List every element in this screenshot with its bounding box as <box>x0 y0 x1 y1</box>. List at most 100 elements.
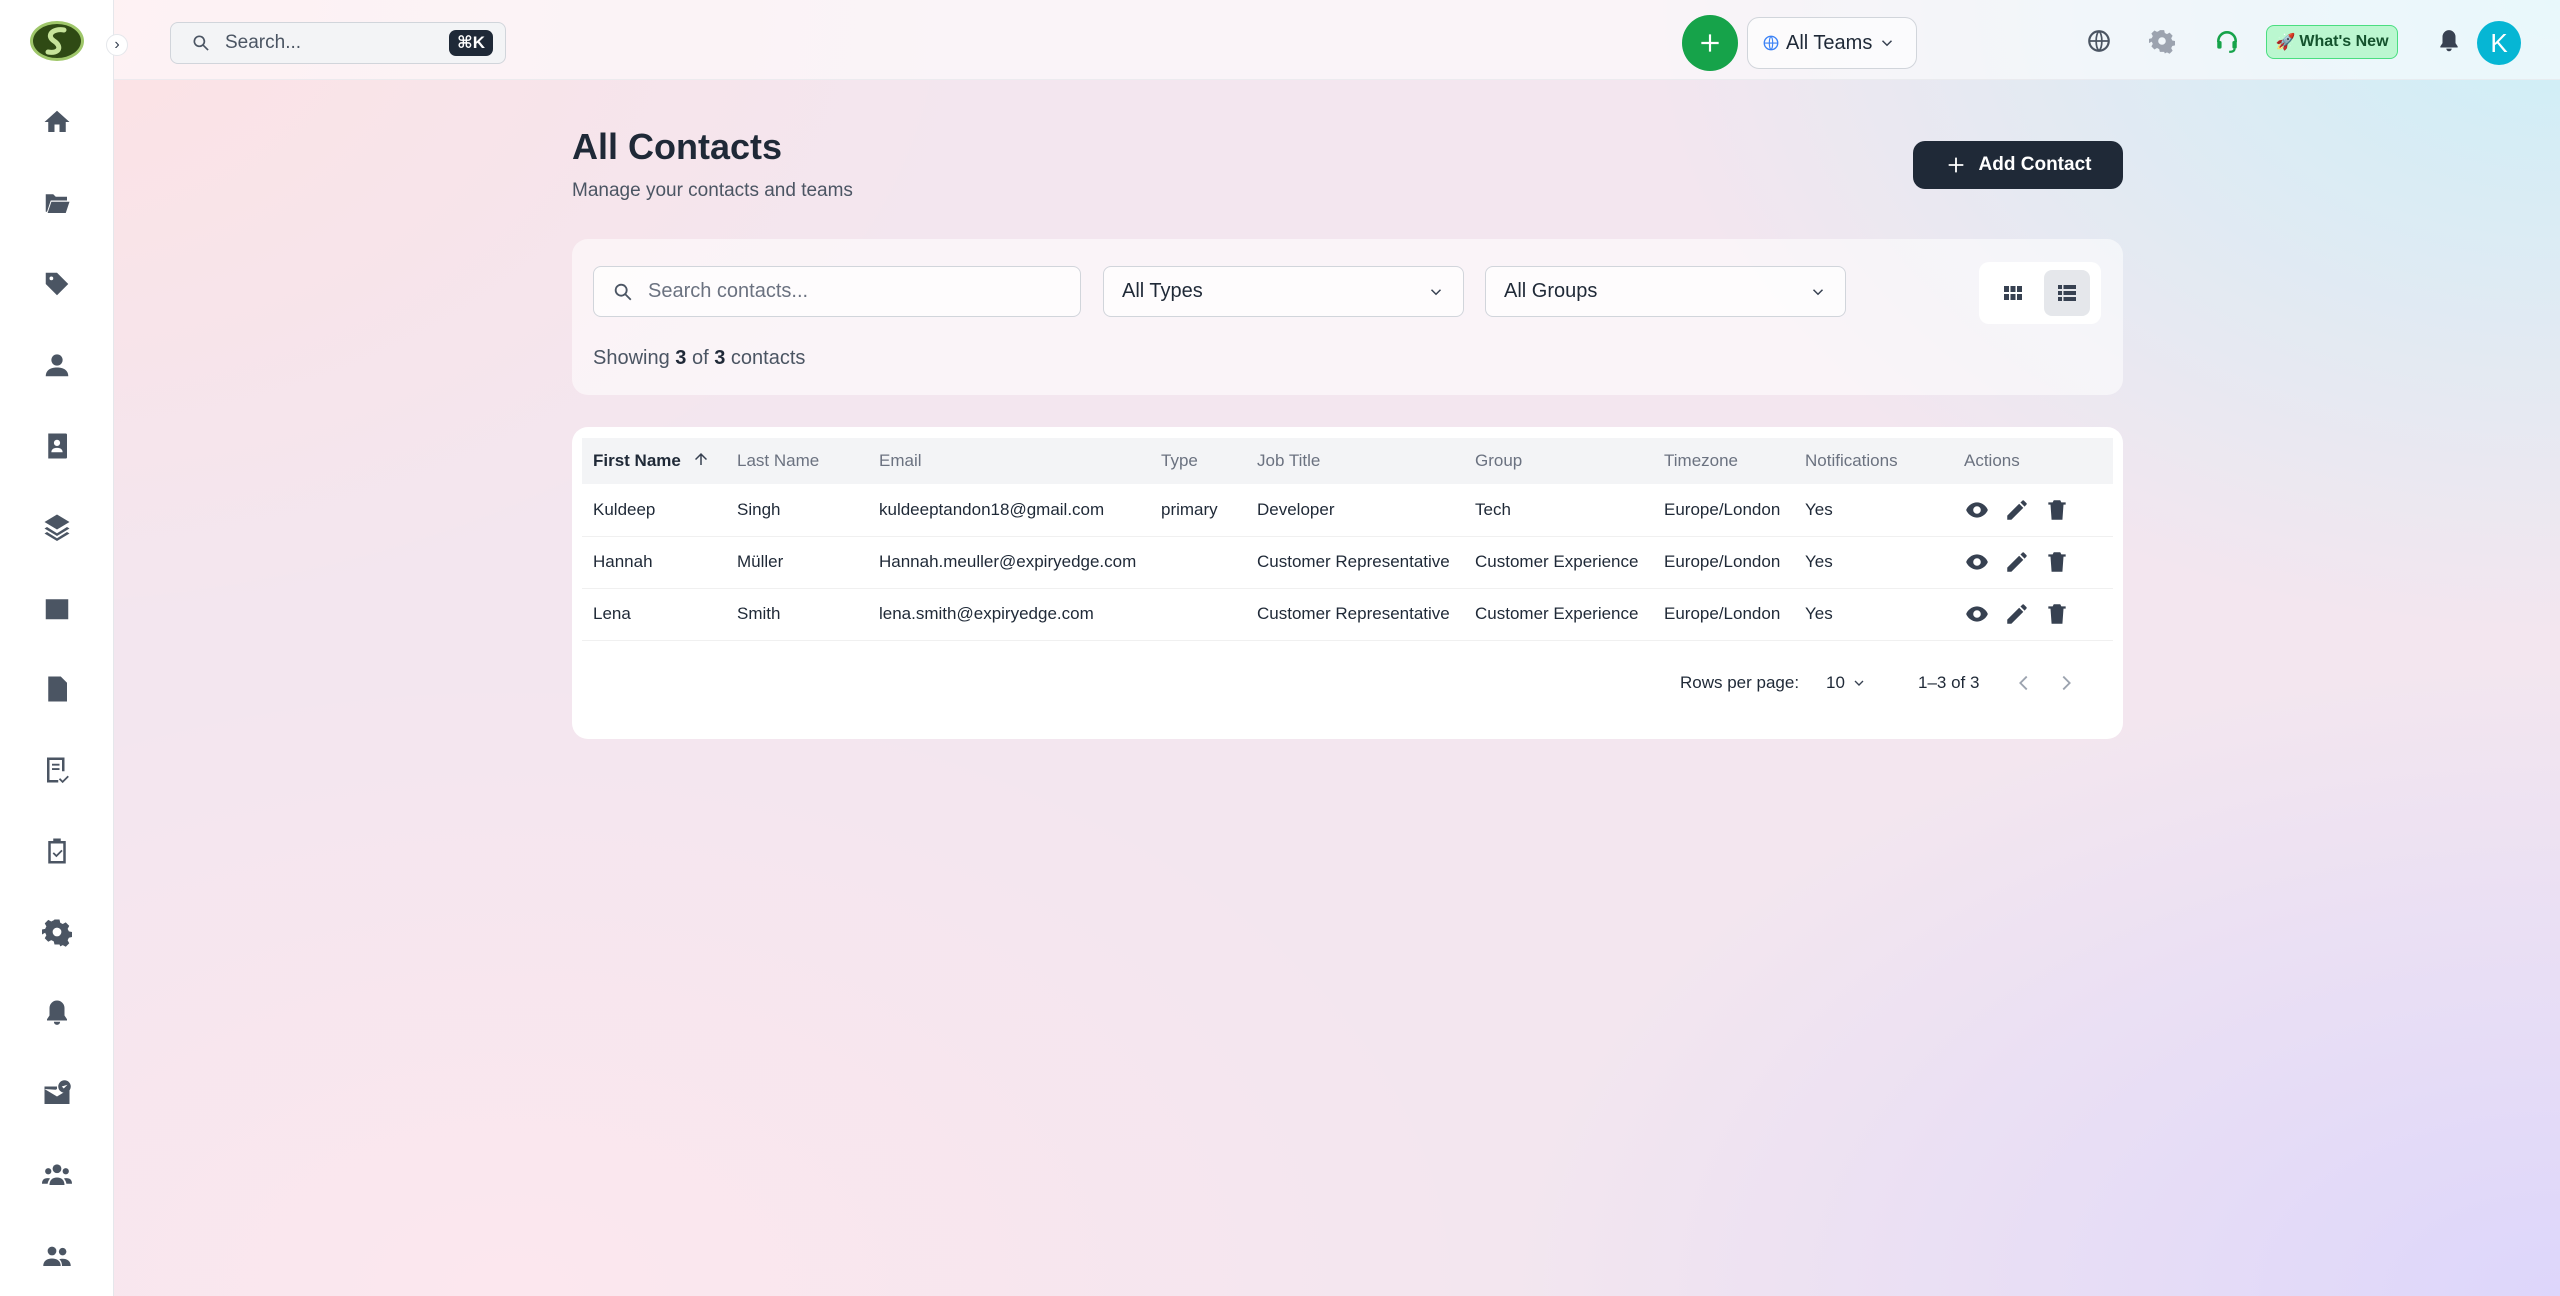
whats-new-button[interactable]: 🚀 What's New <box>2266 25 2398 59</box>
result-count: Showing 3 of 3 contacts <box>593 347 805 370</box>
sidebar-item-profile[interactable] <box>0 324 114 405</box>
person-icon <box>45 353 68 376</box>
sidebar-item-folders[interactable] <box>0 162 114 243</box>
column-header-notifications[interactable]: Notifications <box>1794 438 1953 484</box>
group-select-value: All Groups <box>1504 280 1598 302</box>
edit-pencil-icon[interactable] <box>2004 497 2030 523</box>
contact-search-input[interactable] <box>648 280 1048 303</box>
language-button[interactable] <box>2084 26 2114 56</box>
type-select[interactable]: All Types <box>1103 266 1464 317</box>
table-header-row: First Name Last Name Email Type Job Titl… <box>582 438 2113 484</box>
tag-icon <box>45 272 68 295</box>
column-header-timezone[interactable]: Timezone <box>1653 438 1794 484</box>
global-search-placeholder: Search... <box>225 32 302 53</box>
delete-trash-icon[interactable] <box>2044 601 2070 627</box>
view-eye-icon[interactable] <box>1964 497 1990 523</box>
cell-group: Customer Experience <box>1475 552 1639 571</box>
contact-search[interactable] <box>593 266 1081 317</box>
sidebar-item-documents[interactable] <box>0 648 114 729</box>
cell-job-title: Developer <box>1257 499 1335 519</box>
layers-icon <box>44 514 69 541</box>
sidebar-item-tasks[interactable] <box>0 810 114 891</box>
table-row: Kuldeep Singh kuldeeptandon18@gmail.com … <box>582 484 2113 536</box>
sidebar-item-notifications[interactable] <box>0 972 114 1053</box>
sidebar-item-tags[interactable] <box>0 243 114 324</box>
edit-pencil-icon[interactable] <box>2004 549 2030 575</box>
add-contact-label: Add Contact <box>1978 154 2092 175</box>
team-select[interactable]: All Teams <box>1747 17 1917 69</box>
support-button[interactable] <box>2212 26 2242 56</box>
cell-last-name: Singh <box>737 499 781 519</box>
list-icon <box>2058 285 2076 301</box>
sidebar <box>0 0 114 1296</box>
cell-first-name: Kuldeep <box>593 499 656 519</box>
sidebar-item-settings[interactable] <box>0 891 114 972</box>
sidebar-item-users[interactable] <box>0 1215 114 1296</box>
page-subtitle: Manage your contacts and teams <box>572 180 853 201</box>
view-toggle <box>1979 262 2101 324</box>
rows-per-page-select[interactable]: 10 <box>1826 673 1867 693</box>
cell-job-title: Customer Representative <box>1257 604 1450 623</box>
showing-count: 3 <box>675 347 687 369</box>
search-shortcut-badge: ⌘K <box>448 30 493 56</box>
avatar-initial: K <box>2490 27 2508 58</box>
delete-trash-icon[interactable] <box>2044 497 2070 523</box>
delete-trash-icon[interactable] <box>2044 549 2070 575</box>
plus-icon <box>1948 157 1963 173</box>
column-header-first-name[interactable]: First Name <box>582 438 726 484</box>
user-avatar[interactable]: K <box>2477 21 2521 65</box>
pagination: Rows per page: 10 1–3 of 3 <box>572 665 2123 699</box>
add-contact-button[interactable]: Add Contact <box>1913 141 2123 189</box>
plus-icon <box>1701 34 1719 52</box>
sidebar-collapse-toggle[interactable]: › <box>106 34 128 56</box>
cell-notifications: Yes <box>1805 552 1833 571</box>
quick-create-button[interactable] <box>1682 15 1738 71</box>
column-header-group[interactable]: Group <box>1464 438 1653 484</box>
contacts-book-icon <box>47 433 67 458</box>
notification-bell-icon <box>2440 30 2458 52</box>
cell-email: kuldeeptandon18@gmail.com <box>879 499 1105 519</box>
sidebar-item-home[interactable] <box>0 81 114 162</box>
logo-mark-icon <box>45 27 66 55</box>
rows-per-page-value: 10 <box>1826 673 1845 692</box>
group-select[interactable]: All Groups <box>1485 266 1846 317</box>
sidebar-item-layers[interactable] <box>0 486 114 567</box>
app-logo[interactable] <box>29 21 84 61</box>
sidebar-item-calendar[interactable] <box>0 567 114 648</box>
chevron-right-icon <box>2062 675 2071 691</box>
sidebar-item-contacts[interactable] <box>0 405 114 486</box>
settings-button[interactable] <box>2147 26 2177 56</box>
notifications-button[interactable] <box>2434 26 2464 56</box>
search-icon <box>614 283 632 300</box>
checklist-icon <box>46 757 69 783</box>
column-header-email[interactable]: Email <box>868 438 1150 484</box>
view-eye-icon[interactable] <box>1964 601 1990 627</box>
table-row: Lena Smith lena.smith@expiryedge.com Cus… <box>582 588 2113 640</box>
next-page-button[interactable] <box>2052 669 2080 697</box>
column-header-actions: Actions <box>1964 451 2020 470</box>
headset-icon <box>2217 31 2237 53</box>
sidebar-item-mail[interactable] <box>0 1053 114 1134</box>
sidebar-item-checklist[interactable] <box>0 729 114 810</box>
edit-pencil-icon[interactable] <box>2004 601 2030 627</box>
cell-type <box>1150 536 1246 588</box>
cell-job-title: Customer Representative <box>1257 552 1450 571</box>
page-title: All Contacts <box>572 126 783 167</box>
cell-actions <box>1953 536 2113 588</box>
global-search[interactable]: Search... ⌘K <box>170 22 506 64</box>
previous-page-button[interactable] <box>2010 669 2038 697</box>
list-view-button[interactable] <box>2044 270 2090 316</box>
grid-view-button[interactable] <box>1990 270 2036 316</box>
cell-first-name: Lena <box>593 604 631 623</box>
chevron-right-icon: › <box>114 36 120 53</box>
language-globe-icon <box>2088 30 2110 52</box>
column-header-job-title[interactable]: Job Title <box>1246 438 1464 484</box>
sidebar-nav <box>0 81 114 1296</box>
cell-timezone: Europe/London <box>1664 604 1781 623</box>
groups-icon <box>41 1163 72 1185</box>
view-eye-icon[interactable] <box>1964 549 1990 575</box>
sidebar-item-groups[interactable] <box>0 1134 114 1215</box>
column-header-type[interactable]: Type <box>1150 438 1246 484</box>
cell-timezone: Europe/London <box>1664 499 1781 519</box>
column-header-last-name[interactable]: Last Name <box>726 438 868 484</box>
